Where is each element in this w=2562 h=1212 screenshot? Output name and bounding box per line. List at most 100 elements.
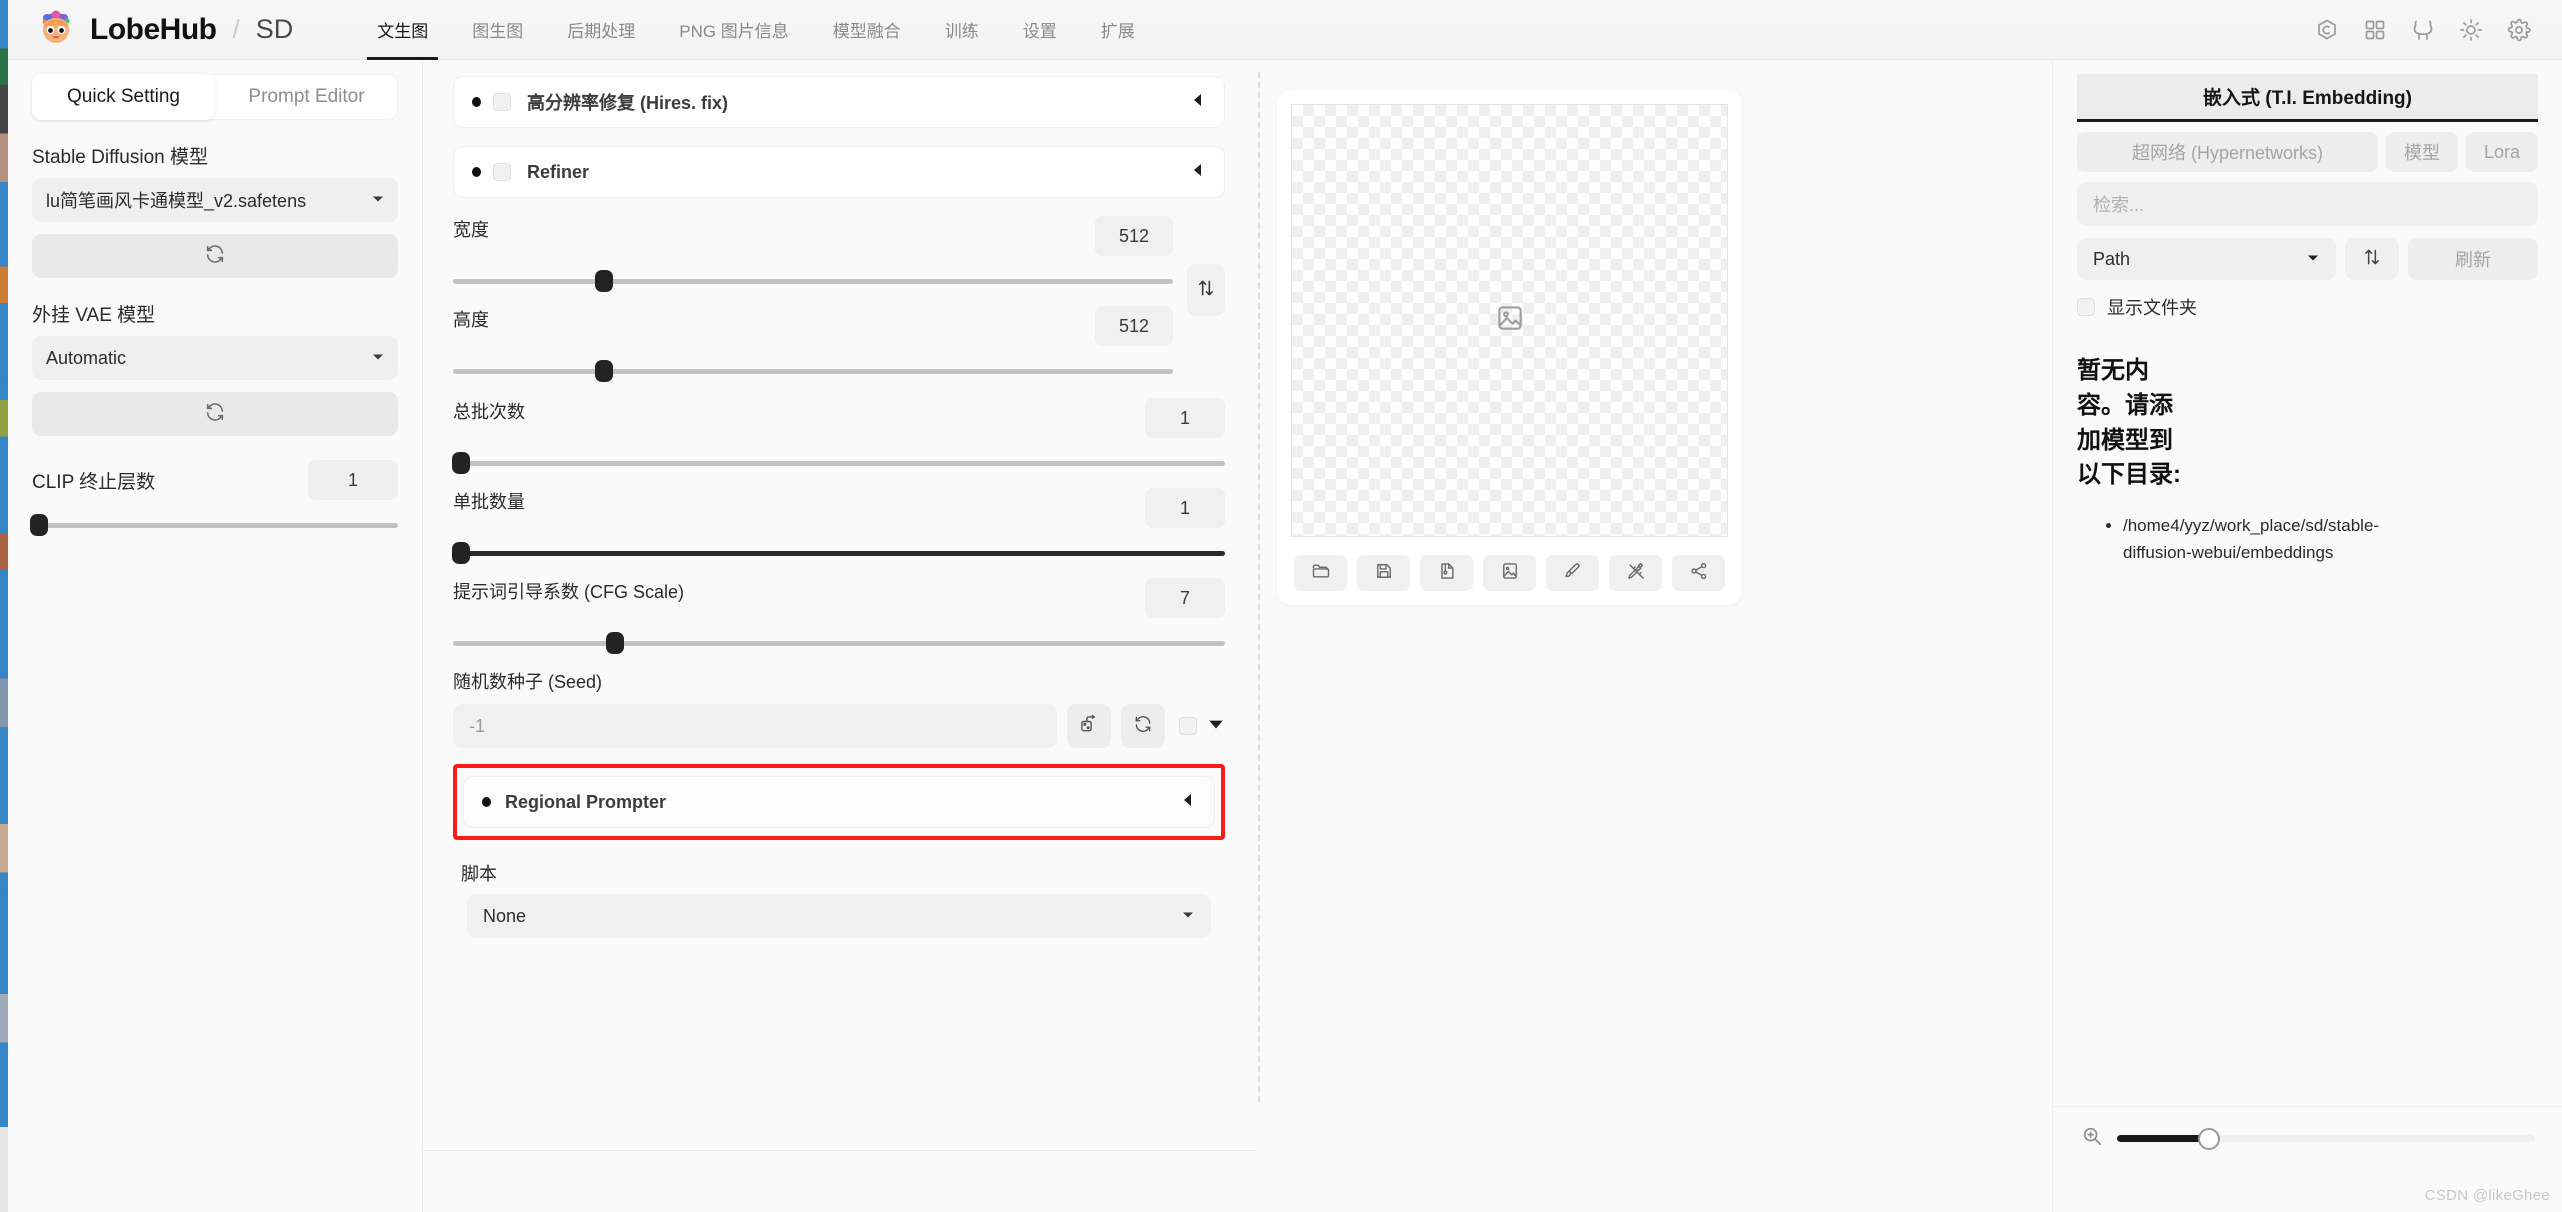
cfg-scale-value[interactable]: 7 <box>1145 578 1225 618</box>
sun-theme-icon[interactable] <box>2454 13 2488 47</box>
sd-model-refresh-button[interactable] <box>32 234 398 278</box>
tab-prompt-editor[interactable]: Prompt Editor <box>215 74 398 120</box>
width-row: 宽度 512 <box>453 216 1173 256</box>
seed-extra-checkbox[interactable] <box>1179 717 1197 735</box>
tab-quick-setting[interactable]: Quick Setting <box>32 74 215 120</box>
search-placeholder: 检索... <box>2093 195 2145 215</box>
nav-tab-label: PNG 图片信息 <box>679 22 789 41</box>
seed-input[interactable]: -1 <box>453 704 1057 748</box>
clip-skip-slider[interactable] <box>30 514 398 536</box>
open-folder-button[interactable] <box>1294 555 1347 591</box>
vae-model-label: 外挂 VAE 模型 <box>32 305 156 326</box>
brand[interactable]: LobeHub / SD <box>8 10 293 50</box>
empty-state-text: 暂无内容。请添加模型到以下目录: <box>2077 357 2181 489</box>
script-select[interactable]: None <box>467 894 1211 938</box>
nav-tab-img2img[interactable]: 图生图 <box>450 0 545 60</box>
triangle-left-icon[interactable] <box>1190 92 1206 113</box>
triangle-left-icon[interactable] <box>1180 792 1196 813</box>
batch-size-value[interactable]: 1 <box>1145 488 1225 528</box>
script-value: None <box>483 905 527 926</box>
slider-thumb[interactable] <box>595 270 614 292</box>
nav-tab-extras[interactable]: 后期处理 <box>545 0 657 60</box>
nav-tab-txt2img[interactable]: 文生图 <box>355 0 450 60</box>
height-value[interactable]: 512 <box>1095 306 1173 346</box>
slider-thumb[interactable] <box>451 452 470 474</box>
hires-fix-checkbox[interactable] <box>493 93 511 111</box>
refresh-networks-button[interactable]: 刷新 <box>2408 238 2538 280</box>
cfg-scale-slider[interactable] <box>453 632 1225 654</box>
brand-subtitle: SD <box>255 14 294 44</box>
vae-model-refresh-button[interactable] <box>32 392 398 436</box>
nav-tab-label: 图生图 <box>472 22 524 41</box>
save-zip-button[interactable] <box>1420 555 1473 591</box>
batch-count-value[interactable]: 1 <box>1145 398 1225 438</box>
zoom-slider-thumb[interactable] <box>2197 1127 2220 1150</box>
slider-thumb[interactable] <box>595 360 614 382</box>
zoom-in-icon[interactable] <box>2081 1125 2103 1152</box>
save-image-button[interactable] <box>1357 555 1410 591</box>
triangle-left-icon[interactable] <box>1190 162 1206 183</box>
tab-label: 模型 <box>2403 143 2440 163</box>
vae-model-select[interactable]: Automatic <box>32 336 398 380</box>
nav-tab-extensions[interactable]: 扩展 <box>1079 0 1157 60</box>
swap-dimensions-button[interactable] <box>1187 264 1225 316</box>
gear-settings-icon[interactable] <box>2502 13 2536 47</box>
send-to-img2img-button[interactable] <box>1483 555 1536 591</box>
tab-embedding[interactable]: 嵌入式 (T.I. Embedding) <box>2077 74 2538 122</box>
share-button[interactable] <box>1672 555 1725 591</box>
tab-checkpoints[interactable]: 模型 <box>2385 132 2458 172</box>
slider-track <box>453 461 1225 466</box>
nav-tab-settings[interactable]: 设置 <box>1001 0 1079 60</box>
accordion-refiner[interactable]: Refiner <box>453 146 1225 198</box>
sidebar-segmented-control: Quick Setting Prompt Editor <box>32 74 398 120</box>
github-icon[interactable] <box>2406 13 2440 47</box>
show-folder-row[interactable]: 显示文件夹 <box>2077 294 2538 320</box>
hexagon-badge-icon[interactable] <box>2310 13 2344 47</box>
batch-size-slider[interactable] <box>451 542 1225 564</box>
extra-network-search-input[interactable]: 检索... <box>2077 182 2538 226</box>
triangle-down-icon[interactable] <box>1207 715 1225 738</box>
list-item: /home4/yyz/work_place/sd/stable-diffusio… <box>2123 513 2413 566</box>
brand-separator: / <box>232 14 240 44</box>
tab-label: Lora <box>2483 141 2520 162</box>
slider-thumb[interactable] <box>30 514 49 536</box>
batch-count-slider[interactable] <box>451 452 1225 474</box>
seed-recycle-button[interactable] <box>1121 704 1165 748</box>
extras-button[interactable] <box>1609 555 1662 591</box>
accordion-hires-fix[interactable]: 高分辨率修复 (Hires. fix) <box>453 76 1225 128</box>
slider-thumb[interactable] <box>606 632 625 654</box>
chevron-down-icon <box>2306 249 2320 270</box>
slider-track <box>453 369 1173 374</box>
right-sidebar: 嵌入式 (T.I. Embedding) 超网络 (Hypernetworks)… <box>2052 60 2562 1212</box>
height-slider[interactable] <box>453 360 1173 382</box>
clip-skip-label: CLIP 终止层数 <box>32 471 156 493</box>
tab-lora[interactable]: Lora <box>2465 132 2538 172</box>
show-folder-checkbox[interactable] <box>2077 298 2095 316</box>
nav-tab-checkpoint-merger[interactable]: 模型融合 <box>811 0 923 60</box>
slider-track <box>453 551 1225 556</box>
accordion-regional-prompter[interactable]: Regional Prompter <box>463 776 1215 828</box>
refresh-icon <box>204 401 226 428</box>
nav-tab-train[interactable]: 训练 <box>923 0 1001 60</box>
width-slider[interactable] <box>453 270 1173 292</box>
status-dot-icon <box>472 97 481 107</box>
script-label: 脚本 <box>461 864 497 884</box>
seed-random-button[interactable] <box>1067 704 1111 748</box>
zoom-slider[interactable] <box>2117 1127 2535 1150</box>
sd-model-select[interactable]: lu简笔画风卡通模型_v2.safetens <box>32 178 398 222</box>
tab-hypernetworks[interactable]: 超网络 (Hypernetworks) <box>2077 132 2378 172</box>
image-preview-canvas[interactable] <box>1291 104 1728 537</box>
file-zip-icon <box>1437 561 1457 586</box>
refiner-checkbox[interactable] <box>493 163 511 181</box>
slider-thumb[interactable] <box>451 542 470 564</box>
sort-direction-button[interactable] <box>2345 238 2399 280</box>
sort-by-select[interactable]: Path <box>2077 238 2336 280</box>
grid-apps-icon[interactable] <box>2358 13 2392 47</box>
nav-tab-label: 文生图 <box>377 22 429 41</box>
width-value[interactable]: 512 <box>1095 216 1173 256</box>
nav-tab-png-info[interactable]: PNG 图片信息 <box>657 0 811 60</box>
save-floppy-icon <box>1374 561 1394 586</box>
watermark: CSDN @likeGhee <box>2424 1187 2550 1204</box>
inpaint-button[interactable] <box>1546 555 1599 591</box>
clip-skip-value[interactable]: 1 <box>308 460 398 500</box>
